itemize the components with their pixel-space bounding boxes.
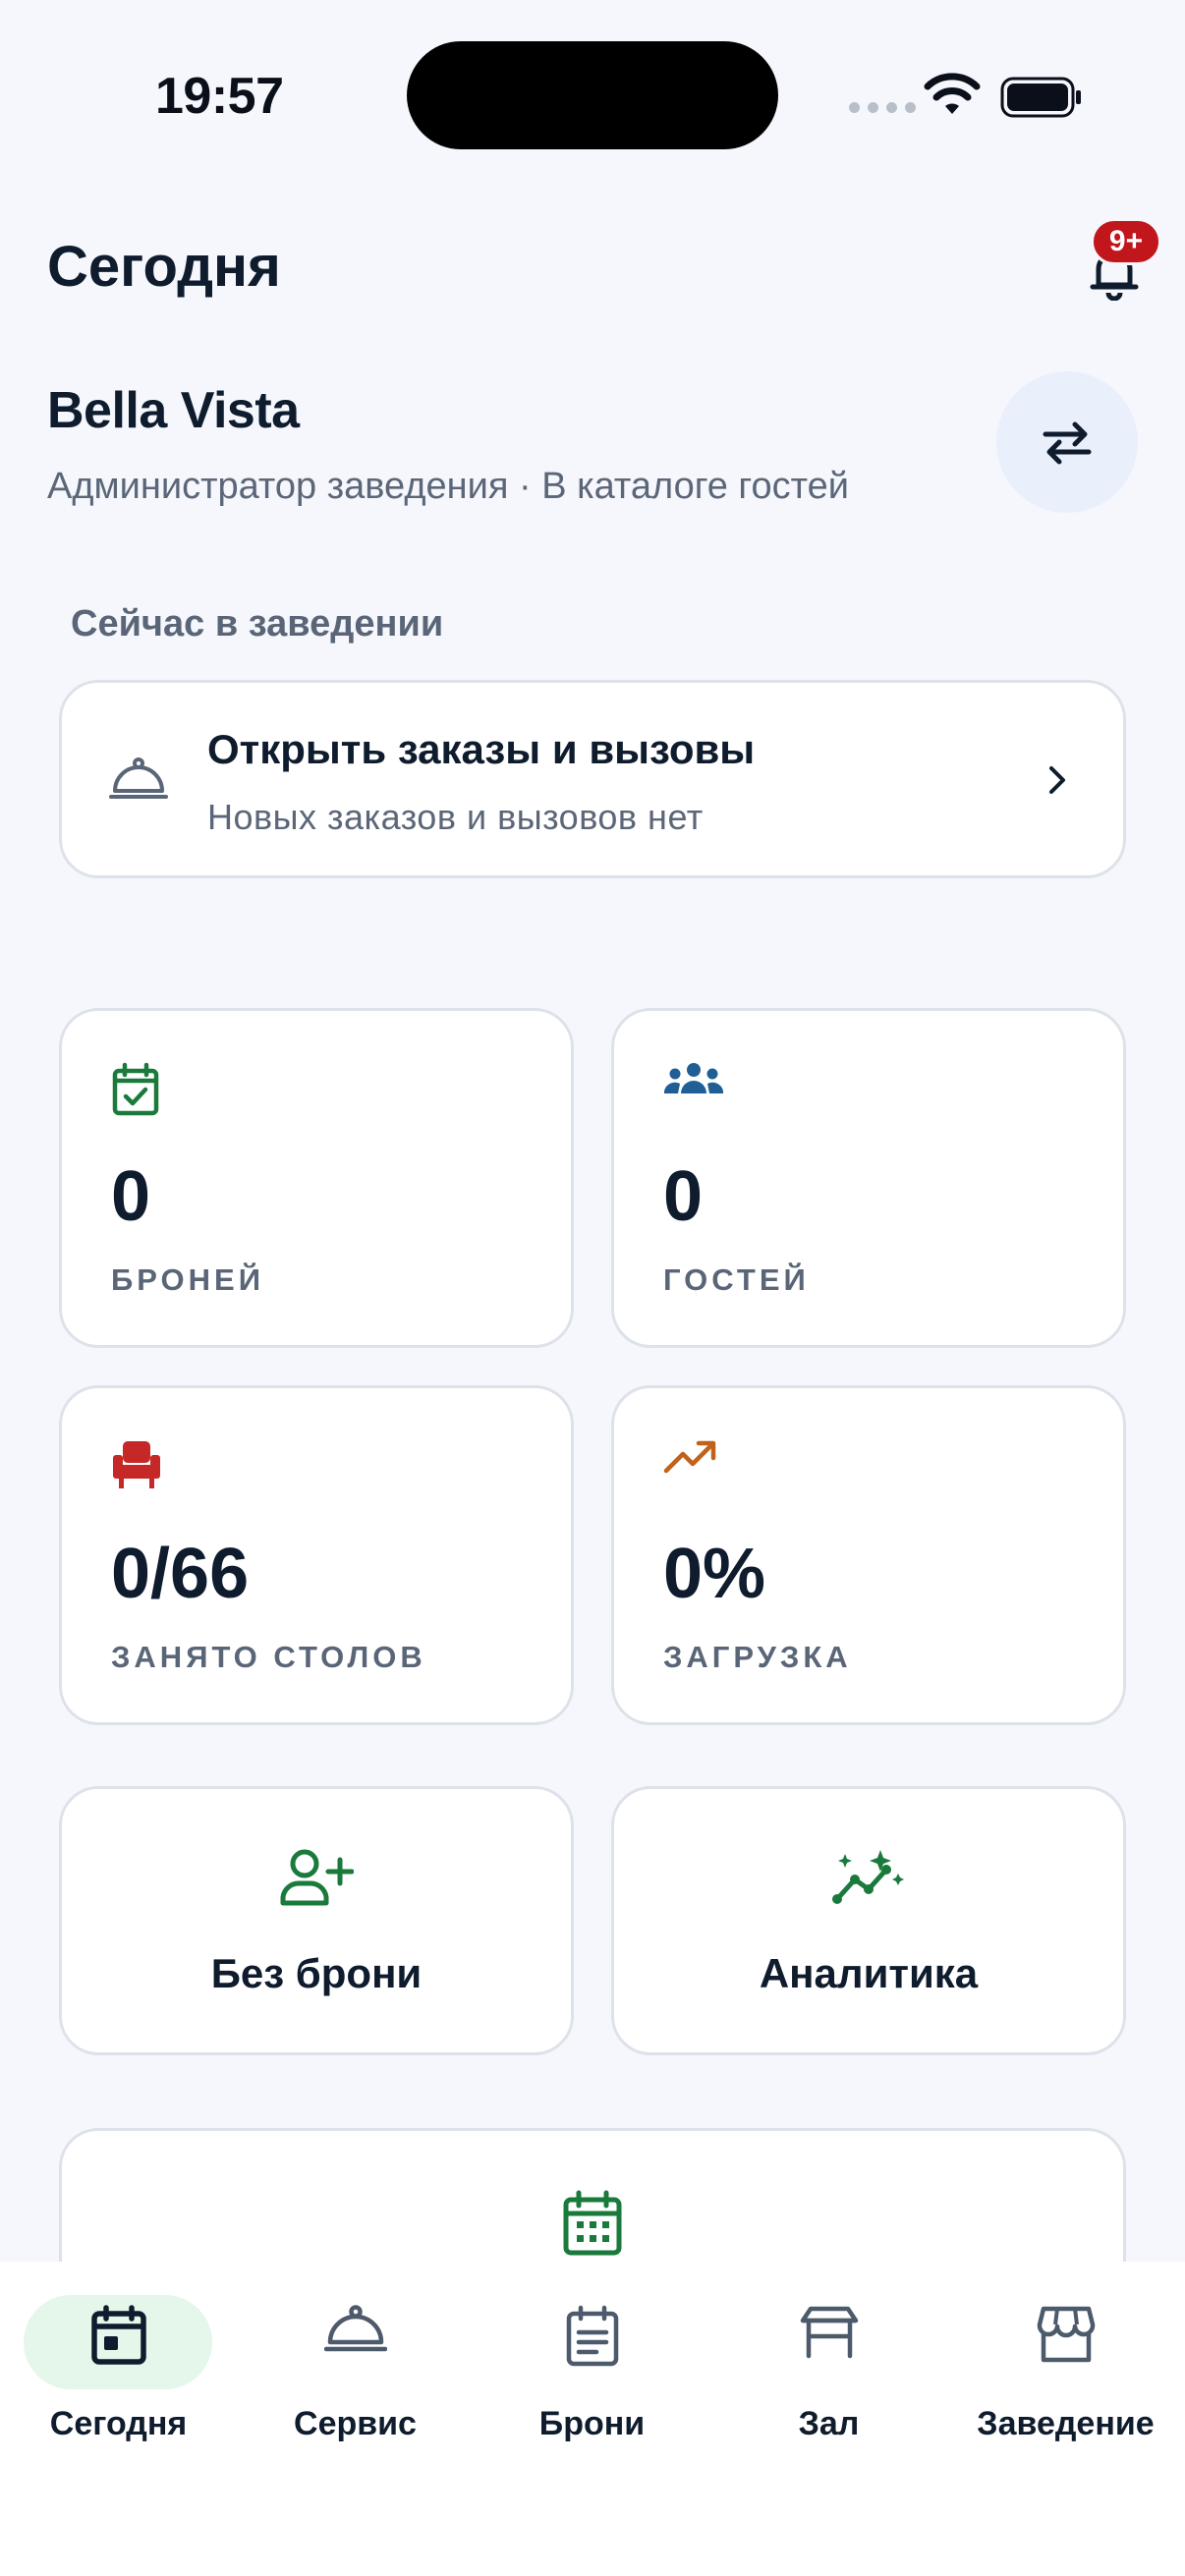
nav-item-hall[interactable]: Зал: [710, 2262, 947, 2458]
wifi-icon: [924, 73, 981, 114]
stat-label: ЗАНЯТО СТОЛОВ: [111, 1640, 426, 1674]
orders-card-subtitle: Новых заказов и вызовов нет: [207, 797, 704, 837]
nav-label: Заведение: [977, 2405, 1155, 2442]
nav-label: Зал: [798, 2405, 860, 2442]
walk-in-button[interactable]: Без брони: [59, 1786, 574, 2055]
stat-value: 0: [663, 1157, 704, 1236]
stat-card-bookings[interactable]: 0 БРОНЕЙ: [59, 1008, 574, 1348]
nav-label: Брони: [538, 2405, 646, 2442]
walk-in-label: Без брони: [210, 1950, 423, 1996]
stat-label: БРОНЕЙ: [111, 1262, 265, 1297]
orders-card-title: Открыть заказы и вызовы: [207, 726, 756, 772]
bottom-navigation: Сегодня Сервис Брони Зал Заведение: [0, 2262, 1185, 2576]
cellular-signal-icon: [849, 102, 916, 113]
venue-subtitle: Администратор заведения · В каталоге гос…: [47, 466, 849, 507]
calendar-grid-icon: [563, 2190, 622, 2256]
nav-label: Сегодня: [49, 2405, 188, 2442]
nav-item-service[interactable]: Сервис: [237, 2262, 474, 2458]
chevron-right-icon: [1049, 766, 1065, 794]
people-group-icon: [663, 1063, 724, 1093]
service-cloche-icon: [323, 2305, 387, 2352]
analytics-label: Аналитика: [759, 1950, 979, 1996]
nav-item-today[interactable]: Сегодня: [0, 2262, 237, 2458]
battery-icon: [1000, 77, 1081, 118]
stat-card-load[interactable]: 0% ЗАГРУЗКА: [611, 1385, 1126, 1725]
stat-value: 0%: [663, 1535, 766, 1613]
swap-arrows-icon: [1043, 421, 1092, 465]
service-cloche-icon: [109, 757, 168, 799]
storefront-icon: [1037, 2306, 1095, 2363]
dynamic-island: [407, 41, 778, 149]
stat-value: 0: [111, 1157, 151, 1236]
nav-item-bookings[interactable]: Брони: [474, 2262, 710, 2458]
stat-card-tables[interactable]: 0/66 ЗАНЯТО СТОЛОВ: [59, 1385, 574, 1725]
status-time: 19:57: [155, 68, 284, 125]
trending-up-icon: [663, 1440, 716, 1474]
calendar-check-icon: [112, 1062, 159, 1116]
venue-name: Bella Vista: [47, 382, 300, 439]
section-label-now: Сейчас в заведении: [71, 603, 444, 644]
status-bar: 19:57: [0, 0, 1185, 187]
analytics-button[interactable]: Аналитика: [611, 1786, 1126, 2055]
armchair-icon: [113, 1441, 160, 1488]
hall-table-icon: [800, 2306, 858, 2359]
calendar-today-icon: [90, 2305, 146, 2365]
nav-label: Сервис: [294, 2405, 417, 2442]
stat-label: ЗАГРУЗКА: [663, 1640, 852, 1674]
analytics-sparkle-icon: [832, 1850, 904, 1904]
stat-label: ГОСТЕЙ: [663, 1262, 810, 1297]
open-orders-card[interactable]: Открыть заказы и вызовы Новых заказов и …: [59, 680, 1126, 878]
add-person-icon: [280, 1849, 354, 1906]
nav-item-venue[interactable]: Заведение: [947, 2262, 1184, 2458]
notifications-badge[interactable]: 9+: [1091, 218, 1161, 265]
stat-card-guests[interactable]: 0 ГОСТЕЙ: [611, 1008, 1126, 1348]
bookings-list-icon: [566, 2305, 618, 2367]
page-title: Сегодня: [47, 235, 281, 299]
stat-value: 0/66: [111, 1535, 250, 1613]
switch-venue-button[interactable]: [996, 371, 1138, 513]
